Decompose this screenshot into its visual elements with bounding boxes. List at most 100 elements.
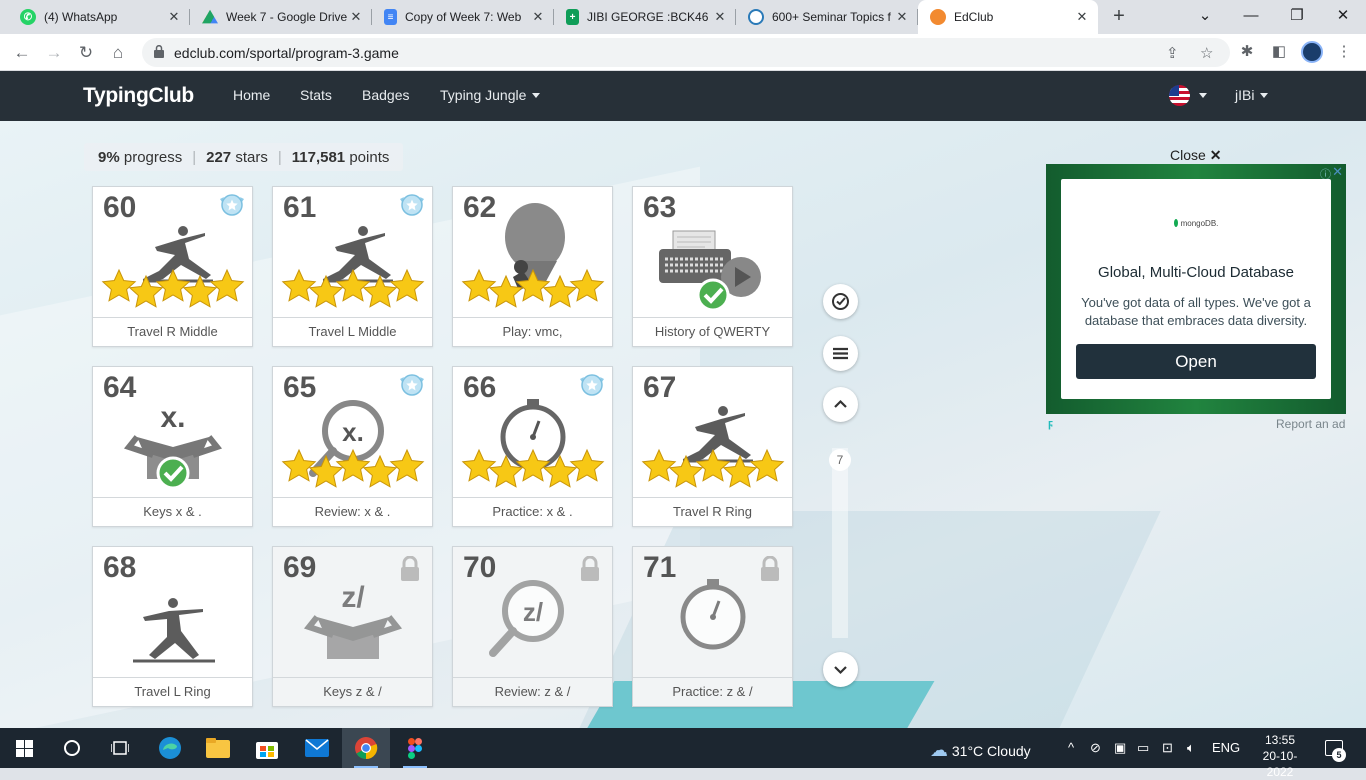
lesson-title: Review: z & / [453, 677, 612, 706]
star-icon [749, 448, 785, 482]
browser-tab[interactable]: ≡ Copy of Week 7: Web ✕ [372, 0, 554, 34]
browser-tab[interactable]: Week 7 - Google Drive ✕ [190, 0, 372, 34]
volume-icon[interactable]: 🔈︎ [1187, 740, 1195, 756]
browser-tab[interactable]: + JIBI GEORGE :BCK46 : f ✕ [554, 0, 736, 34]
chrome-icon[interactable] [342, 728, 390, 768]
scroll-up-button[interactable] [823, 387, 858, 422]
lesson-title: Practice: x & . [453, 497, 612, 526]
ad-open-button[interactable]: Open [1076, 344, 1316, 379]
report-ad-link[interactable]: Report an ad [1276, 417, 1345, 431]
side-panel-icon[interactable]: ◧ [1268, 41, 1290, 63]
home-icon[interactable]: ⌂ [105, 40, 131, 66]
star-icon [569, 448, 605, 482]
checkmark-button[interactable] [823, 284, 858, 319]
window-close-button[interactable]: ✕ [1320, 0, 1366, 34]
edge-icon[interactable] [146, 728, 194, 768]
lesson-card[interactable]: x. 64 Keys x & . [92, 366, 253, 527]
share-icon[interactable]: ⇪ [1166, 44, 1179, 62]
tab-search-icon[interactable]: ⌄ [1182, 0, 1228, 34]
reload-icon[interactable]: ↻ [73, 40, 99, 66]
chevron-down-icon [532, 93, 541, 98]
points-label: points [349, 148, 390, 166]
browser-tab-active[interactable]: EdClub ✕ [918, 0, 1098, 34]
windows-start-icon[interactable] [0, 728, 48, 768]
site-logo[interactable]: TypingClub [83, 84, 194, 108]
lesson-card[interactable]: 62 Play: vmc, [452, 186, 613, 347]
ad-close-label: Close [1170, 147, 1206, 163]
lesson-card[interactable]: 66 Practice: x & . [452, 366, 613, 527]
new-tab-button[interactable]: + [1106, 4, 1132, 30]
lesson-card[interactable]: 68 Travel L Ring [92, 546, 253, 707]
restore-button[interactable]: ❐ [1274, 0, 1320, 34]
profile-avatar[interactable] [1301, 41, 1323, 63]
menu-icon[interactable]: ⋮ [1333, 41, 1355, 63]
task-view-icon[interactable] [96, 728, 144, 768]
nav-stats[interactable]: Stats [300, 87, 332, 103]
language-indicator[interactable]: ENG [1212, 740, 1240, 755]
system-clock[interactable]: 13:55 20-10-2022 [1255, 732, 1305, 780]
google-docs-icon: ≡ [384, 9, 397, 25]
battery-icon[interactable]: ▭ [1137, 740, 1149, 756]
lesson-card[interactable]: 71 Practice: z & / [632, 546, 793, 707]
close-icon[interactable]: ✕ [894, 9, 910, 25]
lesson-card[interactable]: 61 Travel L Middle [272, 186, 433, 347]
scroll-down-button[interactable] [823, 652, 858, 687]
back-icon[interactable]: ← [9, 40, 35, 66]
store-icon[interactable] [243, 728, 291, 768]
lesson-card[interactable]: x. 65 Review: x & . [272, 366, 433, 527]
close-icon[interactable]: ✕ [712, 9, 728, 25]
chevron-up-icon[interactable]: ^ [1068, 740, 1074, 755]
lesson-number: 61 [283, 191, 317, 224]
ad-close-button[interactable]: Close ✕ [1170, 147, 1221, 164]
lesson-card[interactable]: 60 Travel R Middle [92, 186, 253, 347]
bookmark-star-icon[interactable]: ☆ [1200, 44, 1213, 62]
weather-widget[interactable]: ☁ 31°C Cloudy [930, 740, 1031, 761]
scroll-track[interactable] [832, 448, 848, 638]
user-menu[interactable]: jIBi [1235, 87, 1269, 103]
address-bar[interactable]: edclub.com/sportal/program-3.game ⇪ ☆ [142, 38, 1230, 67]
search-icon[interactable] [48, 728, 96, 768]
ad-dismiss-icon[interactable]: ✕ [1332, 164, 1343, 180]
meet-icon[interactable]: ▣ [1114, 740, 1126, 756]
progress-label: progress [123, 148, 183, 166]
close-icon[interactable]: ✕ [348, 9, 364, 25]
language-caret[interactable] [1193, 87, 1207, 103]
ad-logo-text: mongoDB. [1180, 219, 1219, 228]
us-flag-icon[interactable] [1169, 85, 1190, 106]
lesson-number: 66 [463, 371, 497, 404]
nav-home[interactable]: Home [233, 87, 270, 103]
lesson-card[interactable]: 67 Travel R Ring [632, 366, 793, 527]
mail-icon[interactable] [293, 728, 341, 768]
scroll-position-marker[interactable]: 7 [829, 449, 851, 471]
star-badge-icon [220, 194, 244, 216]
lesson-card[interactable]: 63 History of QWERTY [632, 186, 793, 347]
browser-tab[interactable]: ✆ (4) WhatsApp ✕ [8, 0, 190, 34]
google-sheets-icon: + [566, 9, 579, 25]
close-icon[interactable]: ✕ [1074, 9, 1090, 25]
lesson-card[interactable]: z/70 Review: z & / [452, 546, 613, 707]
browser-tab[interactable]: 600+ Seminar Topics f ✕ [736, 0, 918, 34]
lesson-number: 68 [103, 551, 137, 584]
chevron-down-icon [834, 666, 847, 675]
close-icon[interactable]: ✕ [530, 9, 546, 25]
figma-icon[interactable] [391, 728, 439, 768]
menu-button[interactable] [823, 336, 858, 371]
lesson-number: 67 [643, 371, 677, 404]
minimize-button[interactable]: — [1228, 0, 1274, 34]
svg-text:x.: x. [342, 417, 364, 447]
chevron-up-icon [834, 399, 847, 408]
forward-icon[interactable]: → [41, 40, 67, 66]
close-icon[interactable]: ✕ [166, 9, 182, 25]
advertisement[interactable]: ⓘ ✕ mongoDB. Global, Multi-Cloud Databas… [1046, 164, 1346, 414]
lesson-card[interactable]: z/ 69 Keys z & / [272, 546, 433, 707]
svg-text:x.: x. [160, 401, 185, 434]
nav-badges[interactable]: Badges [362, 87, 409, 103]
network-icon[interactable]: ⊡ [1162, 740, 1173, 756]
file-explorer-icon[interactable] [194, 728, 242, 768]
open-box-icon: z/ [303, 581, 403, 659]
course-dropdown[interactable]: Typing Jungle [440, 87, 541, 103]
network-off-icon[interactable]: ⊘ [1090, 740, 1101, 756]
weather-text: 31°C Cloudy [951, 743, 1031, 759]
username: jIBi [1235, 87, 1255, 103]
extensions-icon[interactable]: ✱ [1236, 41, 1258, 63]
